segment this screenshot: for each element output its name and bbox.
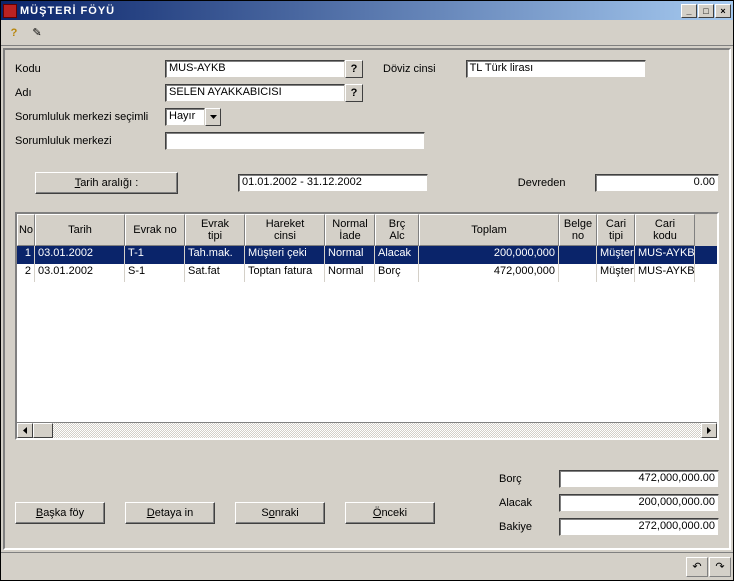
main-window: MÜŞTERİ FÖYÜ _ □ × ? ✎ Kodu MUS-AYKB ? D… [0, 0, 734, 581]
kodu-lookup-button[interactable]: ? [345, 60, 363, 78]
help-icon: ? [11, 27, 18, 39]
baska-foy-button[interactable]: Başka föy [15, 502, 105, 524]
table-row[interactable]: 203.01.2002S-1Sat.fatToptan faturaNormal… [17, 264, 717, 282]
horizontal-scrollbar[interactable] [17, 422, 717, 438]
col-cari-tipi[interactable]: Cari tipi [597, 214, 635, 246]
bakiye-value[interactable]: 272,000,000.00 [559, 518, 719, 536]
grid-body[interactable]: 103.01.2002T-1Tah.mak.Müşteri çekiNormal… [17, 246, 717, 422]
col-evrak-no[interactable]: Evrak no [125, 214, 185, 246]
main-panel: Kodu MUS-AYKB ? Döviz cinsi TL Türk lira… [3, 48, 731, 550]
col-hareket-cinsi[interactable]: Hareket cinsi [245, 214, 325, 246]
detaya-in-button[interactable]: Detaya in [125, 502, 215, 524]
cell: 472,000,000 [419, 264, 559, 282]
grid-header: No Tarih Evrak no Evrak tipi Hareket cin… [17, 214, 717, 246]
titlebar[interactable]: MÜŞTERİ FÖYÜ _ □ × [1, 1, 733, 20]
cell: Alacak [375, 246, 419, 264]
cell: Müşteri çeki [245, 246, 325, 264]
cell: T-1 [125, 246, 185, 264]
cell: MUS-AYKB [635, 264, 695, 282]
borc-value[interactable]: 472,000,000.00 [559, 470, 719, 488]
onceki-button[interactable]: Önceki [345, 502, 435, 524]
redo-icon: ↷ [715, 560, 724, 573]
sorumluluk-secimli-combo[interactable]: Hayır [165, 108, 221, 126]
cell [559, 246, 597, 264]
adi-input[interactable]: SELEN AYAKKABICISI [165, 84, 345, 102]
undo-button[interactable]: ↶ [686, 557, 708, 577]
devreden-label: Devreden [518, 177, 566, 189]
footer-toolbar: ↶ ↷ [1, 552, 733, 580]
cell: Sat.fat [185, 264, 245, 282]
maximize-button[interactable]: □ [698, 4, 714, 18]
doviz-label: Döviz cinsi [383, 63, 436, 75]
tarih-input[interactable]: 01.01.2002 - 31.12.2002 [238, 174, 428, 192]
undo-icon: ↶ [692, 560, 701, 573]
alacak-label: Alacak [499, 497, 559, 509]
pencil-icon: ✎ [32, 26, 41, 39]
cell: Toptan fatura [245, 264, 325, 282]
col-evrak-tipi[interactable]: Evrak tipi [185, 214, 245, 246]
devreden-input[interactable]: 0.00 [595, 174, 719, 192]
kodu-label: Kodu [15, 63, 165, 75]
cell: MUS-AYKB [635, 246, 695, 264]
app-icon [3, 4, 17, 18]
help-button[interactable]: ? [3, 23, 25, 43]
col-normal-iade[interactable]: Normal İade [325, 214, 375, 246]
cell: 03.01.2002 [35, 246, 125, 264]
cell: 200,000,000 [419, 246, 559, 264]
cell: 03.01.2002 [35, 264, 125, 282]
alacak-value[interactable]: 200,000,000.00 [559, 494, 719, 512]
redo-button[interactable]: ↷ [709, 557, 731, 577]
cell: Müşteri [597, 264, 635, 282]
scroll-track[interactable] [33, 423, 701, 438]
sorumluluk-secimli-label: Sorumluluk merkezi seçimli [15, 111, 165, 123]
table-row[interactable]: 103.01.2002T-1Tah.mak.Müşteri çekiNormal… [17, 246, 717, 264]
data-grid[interactable]: No Tarih Evrak no Evrak tipi Hareket cin… [15, 212, 719, 440]
sorumluluk-secimli-value: Hayır [165, 108, 205, 126]
col-belge-no[interactable]: Belge no [559, 214, 597, 246]
scroll-left-button[interactable] [17, 423, 33, 438]
scroll-thumb[interactable] [33, 423, 53, 438]
adi-lookup-button[interactable]: ? [345, 84, 363, 102]
chevron-down-icon[interactable] [205, 108, 221, 126]
sorumluluk-input[interactable] [165, 132, 425, 150]
col-toplam[interactable]: Toplam [419, 214, 559, 246]
minimize-button[interactable]: _ [681, 4, 697, 18]
cell: Borç [375, 264, 419, 282]
kodu-input[interactable]: MUS-AYKB [165, 60, 345, 78]
tarih-araligi-button[interactable]: TTarih aralığı :arih aralığı : [35, 172, 178, 194]
sorumluluk-label: Sorumluluk merkezi [15, 135, 165, 147]
scroll-right-button[interactable] [701, 423, 717, 438]
sonraki-button[interactable]: Sonraki [235, 502, 325, 524]
cell: Müşteri [597, 246, 635, 264]
cell: 2 [17, 264, 35, 282]
col-brc-alc[interactable]: Brç Alc [375, 214, 419, 246]
borc-label: Borç [499, 473, 559, 485]
close-button[interactable]: × [715, 4, 731, 18]
adi-label: Adı [15, 87, 165, 99]
cell: 1 [17, 246, 35, 264]
window-title: MÜŞTERİ FÖYÜ [20, 5, 681, 17]
cell: Normal [325, 264, 375, 282]
toolbar: ? ✎ [1, 20, 733, 46]
cell: Normal [325, 246, 375, 264]
col-cari-kodu[interactable]: Cari kodu [635, 214, 695, 246]
bakiye-label: Bakiye [499, 521, 559, 533]
cell: Tah.mak. [185, 246, 245, 264]
col-no[interactable]: No [17, 214, 35, 246]
tool-button-2[interactable]: ✎ [26, 23, 48, 43]
doviz-input[interactable]: TL Türk lirası [466, 60, 646, 78]
col-tarih[interactable]: Tarih [35, 214, 125, 246]
cell [559, 264, 597, 282]
cell: S-1 [125, 264, 185, 282]
